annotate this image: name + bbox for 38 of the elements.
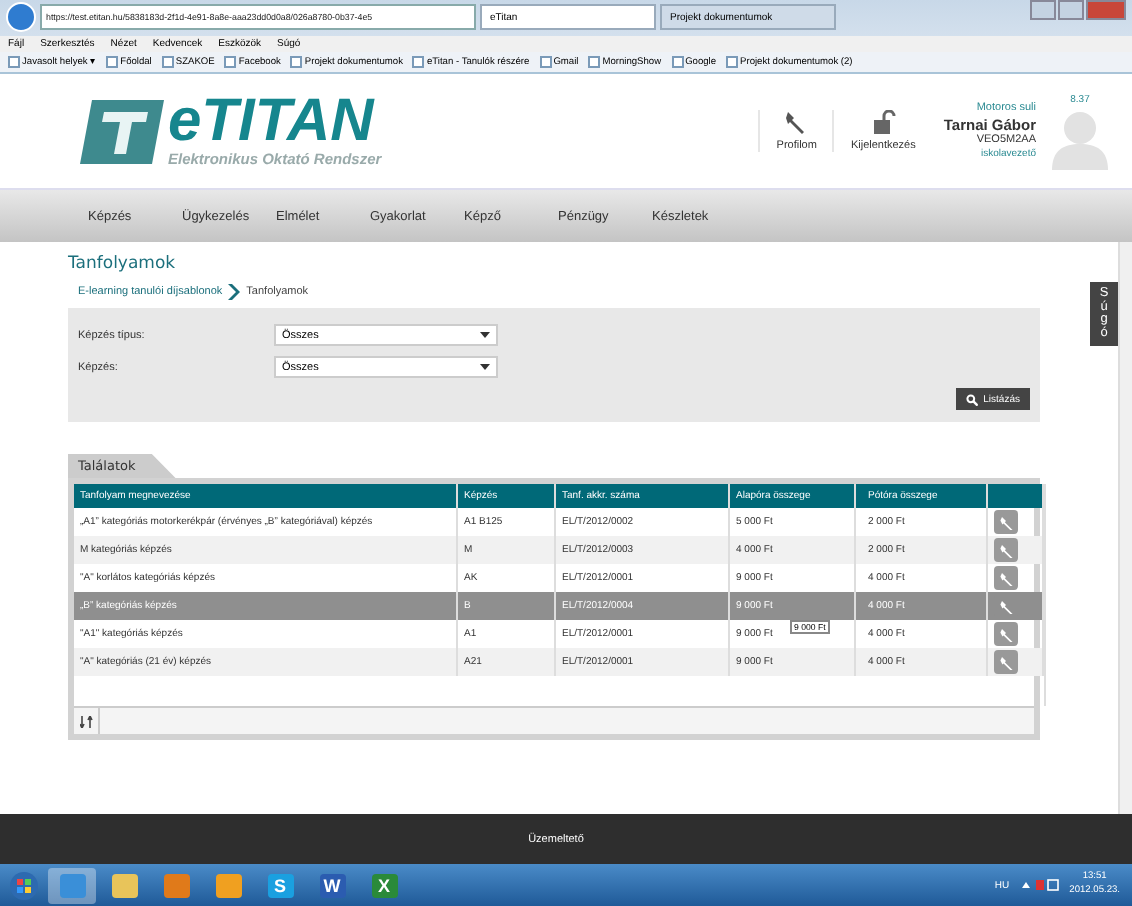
word-app-icon: W — [319, 873, 345, 897]
page-icon — [726, 56, 739, 69]
taskbar-button[interactable]: X — [360, 867, 408, 903]
page-icon — [224, 56, 237, 69]
page-scrollbar[interactable] — [1118, 242, 1132, 814]
page-icon — [290, 56, 303, 69]
page-icon — [539, 56, 552, 69]
edit-button[interactable] — [994, 622, 1018, 646]
dropdown-arrow-icon — [480, 364, 490, 370]
chevron-icon — [228, 284, 241, 300]
dropdown-arrow-icon — [480, 332, 490, 338]
page-title: Tanfolyamok — [68, 254, 178, 274]
maximize-icon[interactable] — [1058, 0, 1084, 20]
edit-button[interactable] — [994, 650, 1018, 674]
minimize-icon[interactable] — [1030, 0, 1056, 20]
edit-button[interactable] — [994, 538, 1018, 562]
tray-icons-drawing[interactable] — [1019, 878, 1060, 892]
skype-app-icon: S — [267, 873, 293, 897]
edit-button[interactable] — [994, 566, 1018, 590]
page-icon — [412, 56, 425, 69]
scrollbar[interactable] — [1044, 484, 1046, 706]
taskbar-button[interactable]: W — [308, 867, 356, 903]
search-icon — [965, 393, 978, 405]
edit-button[interactable] — [994, 510, 1018, 534]
page-icon — [106, 56, 119, 69]
start-button[interactable] — [4, 871, 44, 899]
lock-icon — [871, 110, 896, 134]
wrench-icon — [784, 110, 809, 134]
logo-icon — [80, 99, 164, 163]
page-icon — [8, 56, 20, 69]
page-icon — [161, 56, 174, 69]
sort-button[interactable] — [74, 708, 100, 734]
page-icon — [671, 56, 684, 69]
sort-icon — [79, 715, 93, 727]
logo-text: eTITAN — [168, 94, 375, 150]
windows-logo-icon — [10, 871, 38, 899]
excel-app-icon: X — [371, 873, 397, 897]
page-icon — [588, 56, 601, 69]
